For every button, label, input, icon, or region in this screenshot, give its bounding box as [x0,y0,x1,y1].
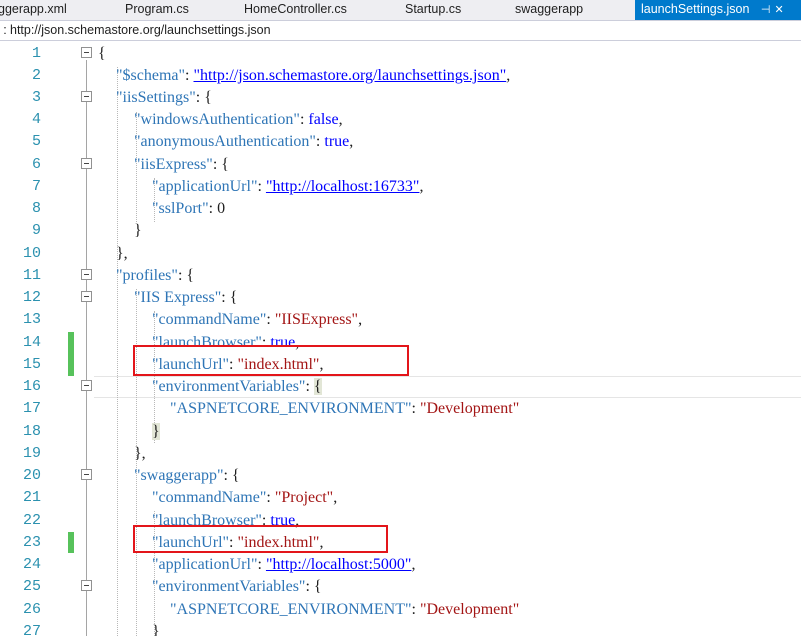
code-line-2: "$schema": "http://json.schemastore.org/… [116,67,511,84]
code-line-5: "anonymousAuthentication": true, [134,133,354,150]
line-number: 21 [22,489,41,506]
code-line-24: "applicationUrl": "http://localhost:5000… [152,556,416,573]
collapse-toggle-icon[interactable] [81,158,92,169]
line-number: 10 [22,245,41,262]
tab-label: ggerapp.xml [0,2,67,16]
code-line-16: "environmentVariables": { [152,378,322,395]
collapse-toggle-icon[interactable] [81,380,92,391]
line-number: 14 [22,334,41,351]
code-line-17: "ASPNETCORE_ENVIRONMENT": "Development" [170,400,520,417]
line-number: 20 [22,467,41,484]
code-line-9: } [134,222,142,239]
code-editor[interactable]: 1 2 3 4 5 6 7 8 9 10 11 12 13 14 15 16 1… [0,41,801,636]
line-number: 3 [31,89,41,106]
line-number: 8 [31,200,41,217]
collapse-toggle-icon[interactable] [81,91,92,102]
localhost-link[interactable]: "http://localhost:16733" [266,178,420,195]
tab-homecontroller-cs[interactable]: HomeController.cs [244,0,347,20]
line-number: 6 [31,156,41,173]
tab-swaggerapp[interactable]: swaggerapp [515,0,583,20]
collapse-toggle-icon[interactable] [81,269,92,280]
tab-startup-cs[interactable]: Startup.cs [405,0,461,20]
launchurl-highlight-box [133,525,388,553]
schema-url: http://json.schemastore.org/launchsettin… [10,23,271,37]
schema-link[interactable]: "http://json.schemastore.org/launchsetti… [194,67,507,84]
close-icon[interactable]: ✕ [774,1,783,20]
line-number: 18 [22,423,41,440]
tab-label: Program.cs [125,2,189,16]
code-line-18: } [152,423,160,440]
code-line-19: }, [134,445,146,462]
change-marker [68,332,74,354]
line-number: 11 [22,267,41,284]
line-number: 12 [22,289,41,306]
code-line-8: "sslPort": 0 [152,200,226,217]
code-line-7: "applicationUrl": "http://localhost:1673… [152,178,424,195]
document-tab-bar: ggerapp.xml Program.cs HomeController.cs… [0,0,801,21]
line-number: 19 [22,445,41,462]
line-number: 24 [22,556,41,573]
line-number: 16 [22,378,41,395]
collapse-toggle-icon[interactable] [81,469,92,480]
code-line-27: } [152,623,160,636]
code-line-21: "commandName": "Project", [152,489,338,506]
code-line-11: "profiles": { [116,267,195,284]
line-number: 4 [31,111,41,128]
tab-launchsettings-json[interactable]: launchSettings.json ⊣ ✕ [635,0,801,20]
line-number: 2 [31,67,41,84]
line-number: 5 [31,133,41,150]
code-line-4: "windowsAuthentication": false, [134,111,343,128]
code-line-20: "swaggerapp": { [134,467,240,484]
collapse-toggle-icon[interactable] [81,291,92,302]
collapse-toggle-icon[interactable] [81,47,92,58]
indent-guide [117,67,118,636]
tab-program-cs[interactable]: Program.cs [125,0,189,20]
tab-label: HomeController.cs [244,2,347,16]
code-line-26: "ASPNETCORE_ENVIRONMENT": "Development" [170,601,520,618]
line-number: 7 [31,178,41,195]
code-line-13: "commandName": "IISExpress", [152,311,363,328]
code-line-25: "environmentVariables": { [152,578,322,595]
outline-line [86,60,87,636]
line-number: 25 [22,578,41,595]
line-number: 13 [22,311,41,328]
tab-swaggerapp-xml[interactable]: ggerapp.xml [0,0,67,20]
schema-selector[interactable]: : http://json.schemastore.org/launchsetti… [0,21,801,41]
code-line-3: "iisSettings": { [116,89,212,106]
code-line-1: { [98,45,106,62]
tab-label: swaggerapp [515,2,584,16]
code-line-6: "iisExpress": { [134,156,229,173]
line-number: 26 [22,601,41,618]
line-number: 27 [22,623,41,636]
line-number: 23 [22,534,41,551]
line-number: 1 [31,45,41,62]
tab-label: Startup.cs [405,2,462,16]
line-number: 22 [22,512,41,529]
launchurl-highlight-box [133,345,409,376]
line-number: 17 [22,400,41,417]
pin-icon[interactable]: ⊣ [761,1,771,20]
code-line-10: }, [116,245,128,262]
collapse-toggle-icon[interactable] [81,580,92,591]
tab-label: launchSettings.json [641,2,750,16]
schema-prefix: : [3,23,7,37]
line-number: 15 [22,356,41,373]
change-marker [68,354,74,376]
code-line-12: "IIS Express": { [134,289,238,306]
localhost-5000-link[interactable]: "http://localhost:5000" [266,556,412,573]
line-number: 9 [31,222,41,239]
change-marker [68,532,74,553]
